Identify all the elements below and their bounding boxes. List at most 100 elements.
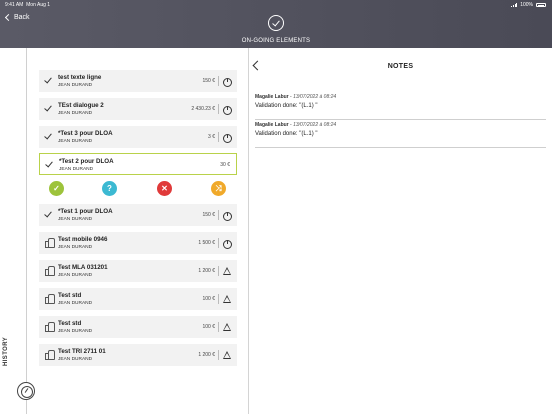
- item-amount: 150 €: [202, 78, 215, 84]
- item-title: *Test 2 pour DLOA: [59, 158, 114, 165]
- item-amount: 100 €: [202, 324, 215, 330]
- item-title: test texte ligne: [58, 74, 102, 81]
- item-amount: 30 €: [220, 162, 230, 168]
- history-tab[interactable]: HISTORY: [3, 337, 9, 366]
- list-item[interactable]: Test std JEAN DURAND 100 €: [39, 316, 237, 338]
- item-amount: 1 200 €: [198, 352, 215, 358]
- item-title: *Test 3 pour DLOA: [58, 130, 113, 137]
- thumb-icon: [44, 293, 55, 304]
- transfer-button[interactable]: ⤨: [211, 181, 226, 196]
- thumb-icon: [44, 265, 55, 276]
- item-title: Test mobile 0946: [58, 236, 108, 243]
- top-header: 9:41 AM Mon Aug 1 100% Back ON-GOING ELE…: [0, 0, 552, 48]
- history-rail: HISTORY: [0, 48, 35, 414]
- item-person: JEAN DURAND: [58, 273, 93, 278]
- check-circle-icon: [268, 15, 284, 31]
- item-person: JEAN DURAND: [58, 217, 93, 222]
- close-icon: ✕: [161, 184, 168, 193]
- note-author: Magalie Labur: [255, 94, 289, 100]
- item-title: Test std: [58, 320, 82, 327]
- back-button[interactable]: Back: [4, 13, 30, 22]
- item-separator: [218, 104, 219, 114]
- warning-icon: [222, 350, 232, 360]
- list-item[interactable]: Test std JEAN DURAND 100 €: [39, 288, 237, 310]
- item-title: *Test 1 pour DLOA: [58, 208, 113, 215]
- note-entry: Magalie Labur - 13/07/2022 à 08:24 Valida…: [255, 94, 546, 120]
- item-person: JEAN DURAND: [58, 301, 93, 306]
- notes-title: NOTES: [387, 63, 414, 70]
- item-amount: 3 €: [208, 134, 215, 140]
- check-icon: [44, 103, 54, 113]
- validate-button[interactable]: ✓: [49, 181, 64, 196]
- question-button[interactable]: ?: [102, 181, 117, 196]
- status-time: 9:41 AM Mon Aug 1: [5, 2, 51, 8]
- check-icon: [44, 209, 54, 219]
- item-separator: [218, 76, 219, 86]
- item-separator: [218, 132, 219, 142]
- timer-icon: [222, 132, 232, 143]
- item-separator: [218, 294, 219, 304]
- page-title: ON-GOING ELEMENTS: [241, 38, 311, 44]
- status-bar: 9:41 AM Mon Aug 1 100%: [0, 0, 552, 9]
- item-actions: ✓ ? ✕ ⤨: [39, 181, 237, 197]
- item-separator: [218, 238, 219, 248]
- note-meta: Magalie Labur - 13/07/2022 à 08:24: [255, 94, 336, 100]
- note-text: Validation done: "(L.1) ": [255, 103, 318, 109]
- timer-icon: [222, 104, 232, 115]
- thumb-icon: [44, 321, 55, 332]
- chevron-left-icon: [4, 13, 13, 22]
- list-item[interactable]: Test mobile 0946 JEAN DURAND 1 500 €: [39, 232, 237, 254]
- note-author: Magalie Labur: [255, 122, 289, 128]
- warning-icon: [222, 294, 232, 304]
- item-person: JEAN DURAND: [58, 329, 93, 334]
- warning-icon: [222, 266, 232, 276]
- check-icon: [45, 159, 55, 169]
- item-amount: 2 430.23 €: [191, 106, 215, 112]
- panel-divider: [248, 48, 249, 414]
- battery-percent: 100%: [520, 2, 533, 8]
- note-meta: Magalie Labur - 13/07/2022 à 08:24: [255, 122, 336, 128]
- item-title: Test std: [58, 292, 82, 299]
- item-person: JEAN DURAND: [59, 167, 94, 172]
- timer-icon: [222, 210, 232, 221]
- status-indicators: 100%: [511, 2, 546, 8]
- item-separator: [218, 266, 219, 276]
- refuse-button[interactable]: ✕: [157, 181, 172, 196]
- item-amount: 100 €: [202, 296, 215, 302]
- item-person: JEAN DURAND: [58, 111, 93, 116]
- list-item[interactable]: *Test 2 pour DLOA JEAN DURAND 30 €: [39, 153, 237, 175]
- list-item[interactable]: Test MLA 031201 JEAN DURAND 1 200 €: [39, 260, 237, 282]
- item-separator: [218, 322, 219, 332]
- check-icon: [44, 131, 54, 141]
- list-item[interactable]: TEst dialogue 2 JEAN DURAND 2 430.23 €: [39, 98, 237, 120]
- item-separator: [218, 210, 219, 220]
- note-date: 13/07/2022 à 08:24: [293, 122, 337, 128]
- list-item[interactable]: Test TRI 2711 01 JEAN DURAND 1 200 €: [39, 344, 237, 366]
- note-text: Validation done: "(L.1) ": [255, 131, 318, 137]
- list-item[interactable]: *Test 1 pour DLOA JEAN DURAND 150 €: [39, 204, 237, 226]
- timer-icon: [222, 238, 232, 249]
- thumb-icon: [44, 349, 55, 360]
- back-label: Back: [14, 14, 30, 21]
- item-person: JEAN DURAND: [58, 139, 93, 144]
- item-person: JEAN DURAND: [58, 245, 93, 250]
- item-title: TEst dialogue 2: [58, 102, 104, 109]
- question-icon: ?: [107, 184, 112, 193]
- item-person: JEAN DURAND: [58, 83, 93, 88]
- shuffle-icon: ⤨: [215, 184, 222, 193]
- item-title: Test TRI 2711 01: [58, 348, 106, 355]
- item-title: Test MLA 031201: [58, 264, 108, 271]
- battery-icon: [536, 3, 546, 7]
- signal-icon: [511, 3, 518, 7]
- thumb-icon: [44, 237, 55, 248]
- item-amount: 1 200 €: [198, 268, 215, 274]
- list-item[interactable]: *Test 3 pour DLOA JEAN DURAND 3 €: [39, 126, 237, 148]
- check-icon: ✓: [53, 184, 60, 193]
- item-amount: 1 500 €: [198, 240, 215, 246]
- list-item[interactable]: test texte ligne JEAN DURAND 150 €: [39, 70, 237, 92]
- timer-icon: [222, 76, 232, 87]
- note-entry: Magalie Labur - 13/07/2022 à 08:24 Valida…: [255, 122, 546, 148]
- item-amount: 150 €: [202, 212, 215, 218]
- check-icon: [44, 75, 54, 85]
- clock-icon[interactable]: [17, 382, 35, 400]
